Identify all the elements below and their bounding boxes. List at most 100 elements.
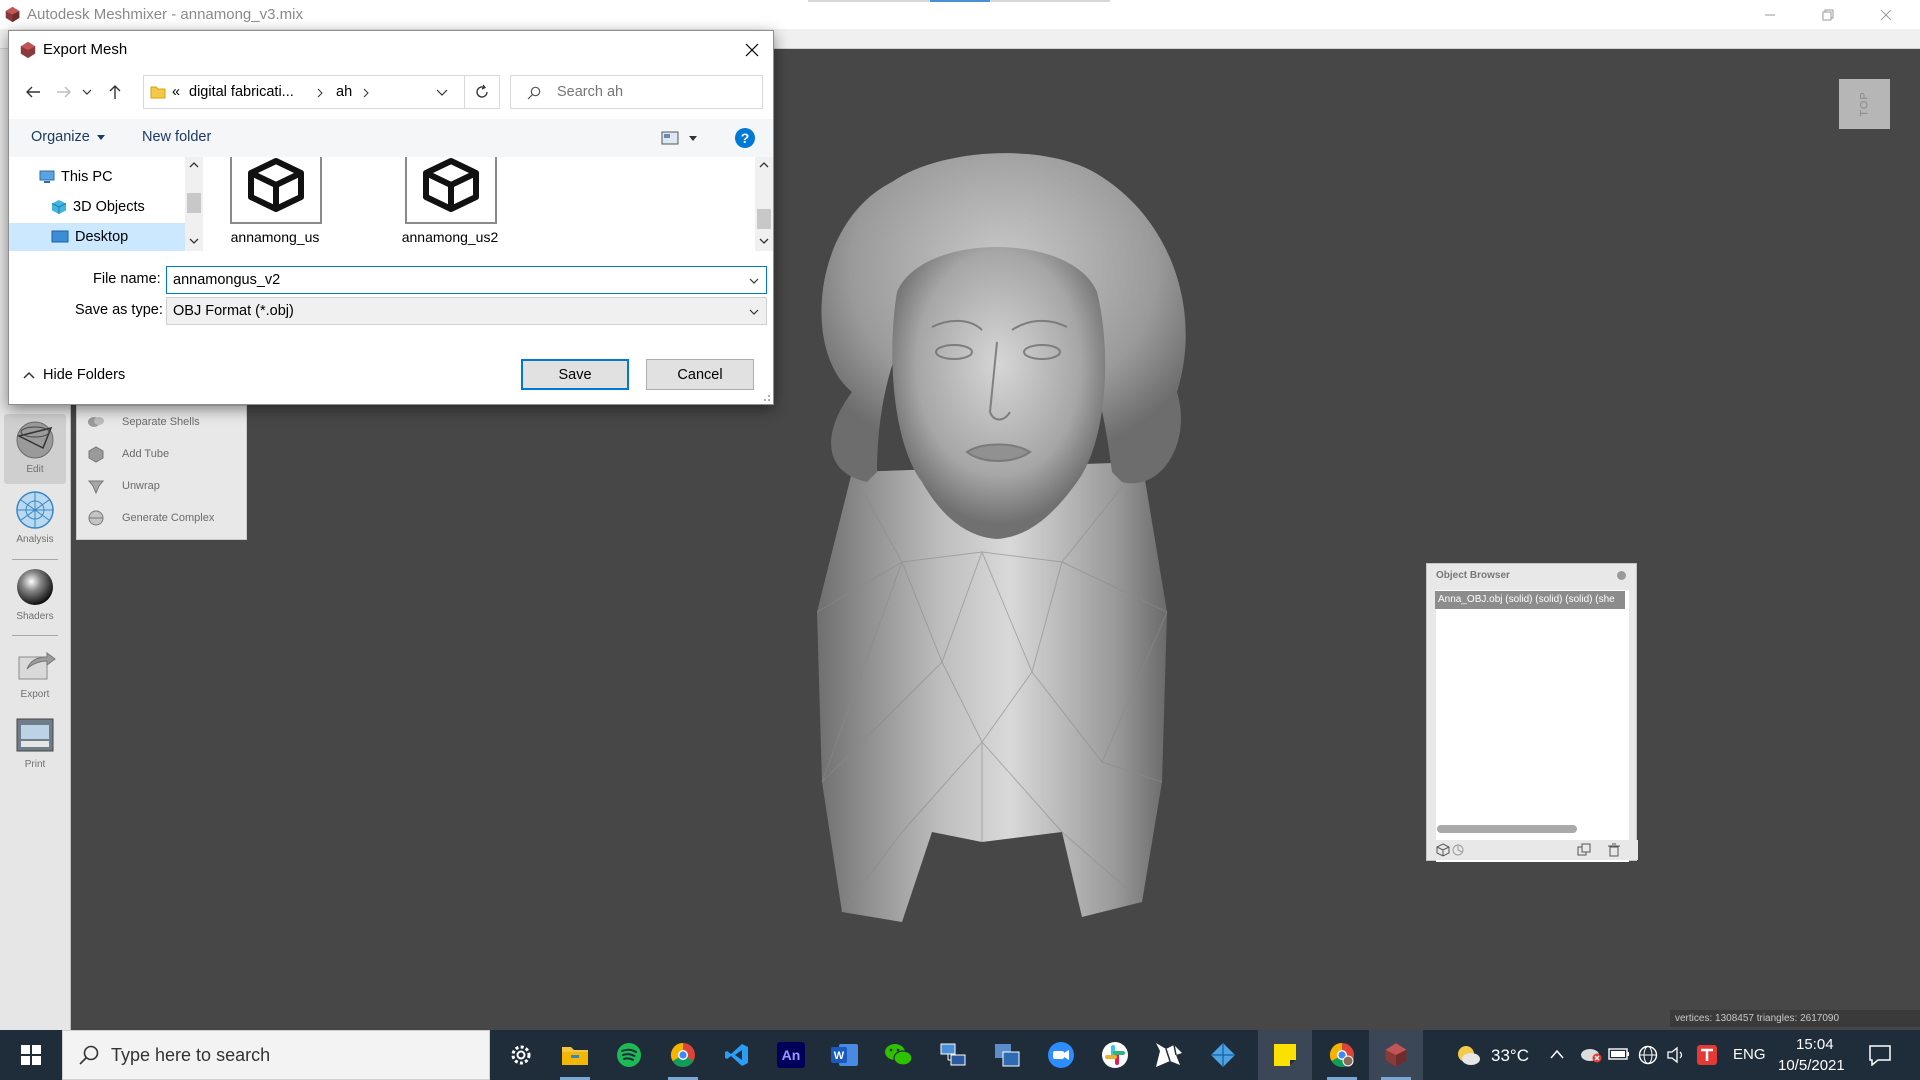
chevron-up-icon (23, 371, 35, 379)
resize-grip-icon[interactable] (761, 392, 771, 402)
taskbar-app-meshmixer[interactable] (1369, 1030, 1423, 1080)
file-item[interactable]: annamong_us2 (380, 157, 498, 251)
close-icon[interactable] (1617, 571, 1626, 580)
notification-center-icon[interactable] (1868, 1044, 1892, 1066)
trash-icon[interactable] (1607, 843, 1621, 857)
tool-label: Export (20, 689, 50, 700)
taskbar-app-animate[interactable]: An (764, 1030, 818, 1080)
file-scrollbar[interactable] (755, 157, 773, 251)
scroll-thumb[interactable] (187, 193, 201, 213)
cube-icon[interactable] (1436, 843, 1450, 857)
chevron-down-icon[interactable] (748, 275, 760, 287)
scroll-down-icon[interactable] (759, 237, 769, 245)
new-folder-button[interactable]: New folder (142, 129, 211, 145)
taskbar-app-rhino[interactable] (1142, 1030, 1196, 1080)
app-tray-icon[interactable] (1696, 1044, 1718, 1066)
taskbar-app-settings[interactable] (494, 1030, 548, 1080)
back-button[interactable] (21, 77, 45, 107)
address-bar[interactable]: « digital fabricati... ah (143, 75, 465, 109)
chevron-up-icon[interactable] (1550, 1049, 1564, 1059)
taskbar-app-diamond[interactable] (1196, 1030, 1250, 1080)
tool-analysis[interactable]: Analysis (4, 484, 66, 554)
taskbar-app-screen-tool[interactable] (980, 1030, 1034, 1080)
chevron-down-icon[interactable] (436, 89, 448, 97)
refresh-button[interactable] (464, 75, 500, 109)
restore-button[interactable] (1804, 0, 1852, 29)
head-model[interactable] (782, 142, 1208, 924)
taskbar-app-spotify[interactable] (602, 1030, 656, 1080)
taskbar-app-vscode[interactable] (710, 1030, 764, 1080)
minimize-button[interactable] (1746, 0, 1794, 29)
nav-item-3d-objects[interactable]: 3D Objects (9, 193, 185, 221)
object-list-item[interactable]: Anna_OBJ.obj (solid) (solid) (solid) (sh… (1435, 591, 1625, 609)
scroll-thumb[interactable] (757, 209, 771, 229)
refresh-icon (476, 84, 488, 98)
chevron-down-icon[interactable] (748, 306, 760, 318)
input-language[interactable]: ENG (1733, 1046, 1766, 1063)
taskbar-search-box[interactable]: Type here to search (62, 1030, 490, 1080)
organize-button[interactable]: Organize (31, 129, 105, 145)
search-input[interactable] (557, 82, 757, 102)
breadcrumb-overflow[interactable]: « (172, 84, 180, 100)
save-as-type-select[interactable]: OBJ Format (*.obj) (166, 297, 767, 325)
save-button[interactable]: Save (521, 359, 629, 390)
tool-print[interactable]: Print (4, 709, 66, 779)
menu-item-separate-shells[interactable]: Separate Shells (77, 408, 248, 436)
file-name-input[interactable] (173, 271, 733, 289)
taskbar-app-network-tool[interactable] (926, 1030, 980, 1080)
clock-date[interactable]: 10/5/2021 (1778, 1057, 1845, 1074)
minimize-icon (1765, 14, 1775, 15)
menu-item-generate-complex[interactable]: Generate Complex (77, 504, 248, 532)
tool-export[interactable]: Export (4, 639, 66, 709)
caret-down-icon[interactable] (689, 136, 697, 142)
horizontal-scrollbar[interactable] (1437, 825, 1577, 833)
tool-edit[interactable]: Edit (4, 414, 66, 484)
duplicate-icon[interactable] (1577, 843, 1591, 857)
tool-shaders[interactable]: Shaders (4, 561, 66, 631)
recent-locations-button[interactable] (79, 77, 95, 107)
file-item[interactable]: annamong_us (205, 157, 322, 251)
taskbar-app-word[interactable]: W (818, 1030, 872, 1080)
battery-icon[interactable] (1608, 1047, 1630, 1061)
taskbar-app-sticky-notes[interactable] (1258, 1030, 1312, 1080)
taskbar-app-wechat[interactable] (872, 1030, 926, 1080)
forward-button[interactable] (52, 77, 76, 107)
visibility-icon[interactable] (1451, 843, 1465, 857)
search-box[interactable] (510, 75, 763, 109)
taskbar-app-slack[interactable] (1088, 1030, 1142, 1080)
taskbar-app-file-explorer[interactable] (548, 1030, 602, 1080)
view-options-icon[interactable] (661, 131, 679, 145)
scroll-up-icon[interactable] (189, 161, 199, 169)
hide-folders-button[interactable]: Hide Folders (23, 367, 125, 383)
menu-item-unwrap[interactable]: Unwrap (77, 472, 248, 500)
taskbar-app-chrome-profile[interactable] (1315, 1030, 1369, 1080)
scroll-up-icon[interactable] (759, 161, 769, 169)
weather-temperature[interactable]: 33°C (1491, 1046, 1529, 1066)
breadcrumb-item[interactable]: ah (336, 84, 352, 100)
view-cube[interactable]: TOP (1839, 79, 1890, 129)
menu-item-add-tube[interactable]: Add Tube (77, 440, 248, 468)
cloud-sync-icon[interactable] (1580, 1045, 1602, 1063)
object-list[interactable] (1436, 590, 1629, 862)
up-button[interactable] (103, 77, 127, 107)
taskbar-app-chrome[interactable] (656, 1030, 710, 1080)
dialog-close-button[interactable] (737, 35, 767, 65)
nav-item-this-pc[interactable]: This PC (9, 163, 185, 191)
nav-item-desktop[interactable]: Desktop (9, 223, 185, 251)
scroll-down-icon[interactable] (189, 237, 199, 245)
help-icon[interactable]: ? (734, 127, 756, 149)
object-browser-title: Object Browser (1436, 570, 1510, 581)
close-window-button[interactable] (1862, 0, 1910, 29)
nav-scrollbar[interactable] (185, 157, 203, 251)
breadcrumb-item[interactable]: digital fabricati... (189, 84, 294, 100)
file-name-field[interactable] (166, 266, 767, 294)
weather-sun-icon[interactable] (1455, 1043, 1481, 1067)
start-button[interactable] (0, 1030, 62, 1080)
chevron-right-icon[interactable] (316, 88, 324, 98)
volume-icon[interactable] (1666, 1046, 1686, 1064)
network-globe-icon[interactable] (1638, 1045, 1658, 1065)
taskbar-app-zoom[interactable] (1034, 1030, 1088, 1080)
chevron-right-icon[interactable] (362, 88, 370, 98)
clock-time[interactable]: 15:04 (1796, 1036, 1834, 1053)
cancel-button[interactable]: Cancel (646, 359, 754, 390)
